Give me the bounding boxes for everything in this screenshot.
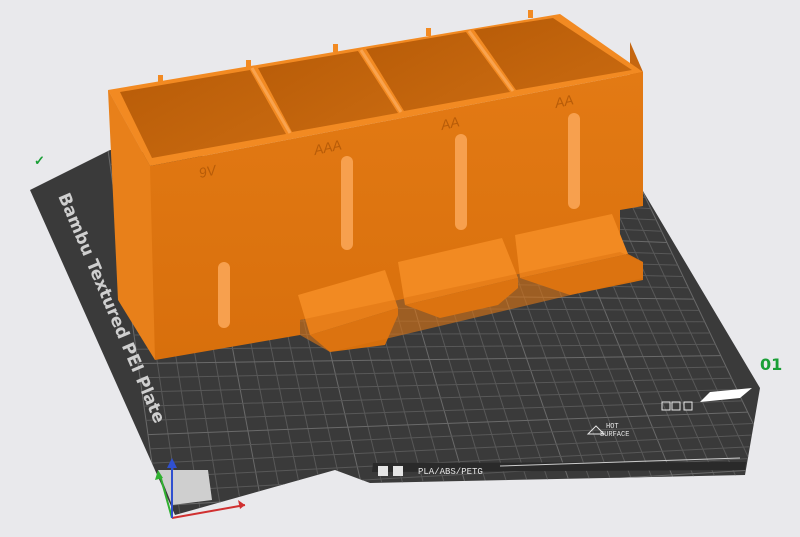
3d-viewport[interactable]: PLA/ABS/PETG HOT SURFACE Bambu Textured …	[0, 0, 800, 537]
hot-surface-label-2: SURFACE	[600, 431, 629, 439]
hot-surface-label: HOT	[606, 423, 619, 431]
material-label: PLA/ABS/PETG	[418, 467, 483, 477]
plate-marker-label: ✓	[34, 153, 45, 168]
plate-number-label: 01	[760, 355, 782, 374]
